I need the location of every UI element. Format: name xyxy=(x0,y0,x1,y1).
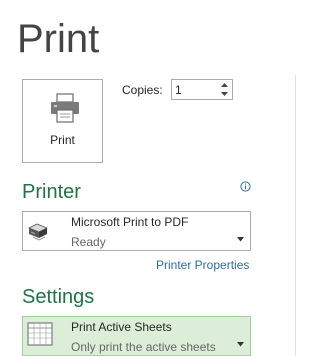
sheets-grid-icon xyxy=(27,322,53,346)
page-title: Print xyxy=(17,17,100,61)
decrement-arrow-icon[interactable] xyxy=(219,90,230,99)
chevron-down-icon xyxy=(237,229,244,242)
printer-icon xyxy=(49,93,81,123)
copies-input[interactable] xyxy=(175,82,215,97)
copies-stepper xyxy=(171,79,233,100)
print-what-title: Print Active Sheets xyxy=(71,320,172,334)
chevron-down-icon xyxy=(237,334,244,347)
printer-heading: Printer xyxy=(22,181,81,203)
print-button[interactable]: Print xyxy=(22,79,103,163)
panel-divider xyxy=(295,75,296,356)
settings-heading: Settings xyxy=(22,286,95,308)
info-icon[interactable] xyxy=(240,179,251,192)
print-what-dropdown[interactable]: Print Active Sheets Only print the activ… xyxy=(22,316,251,356)
printer-status: Ready xyxy=(71,235,106,249)
increment-arrow-icon[interactable] xyxy=(219,81,230,90)
print-button-label: Print xyxy=(50,133,75,147)
print-what-description: Only print the active sheets xyxy=(71,340,216,354)
printer-properties-link[interactable]: Printer Properties xyxy=(156,258,249,272)
printer-name: Microsoft Print to PDF xyxy=(71,215,189,229)
printer-device-icon xyxy=(27,219,49,243)
copies-label: Copies: xyxy=(122,83,163,97)
printer-dropdown[interactable]: Microsoft Print to PDF Ready xyxy=(22,211,251,251)
